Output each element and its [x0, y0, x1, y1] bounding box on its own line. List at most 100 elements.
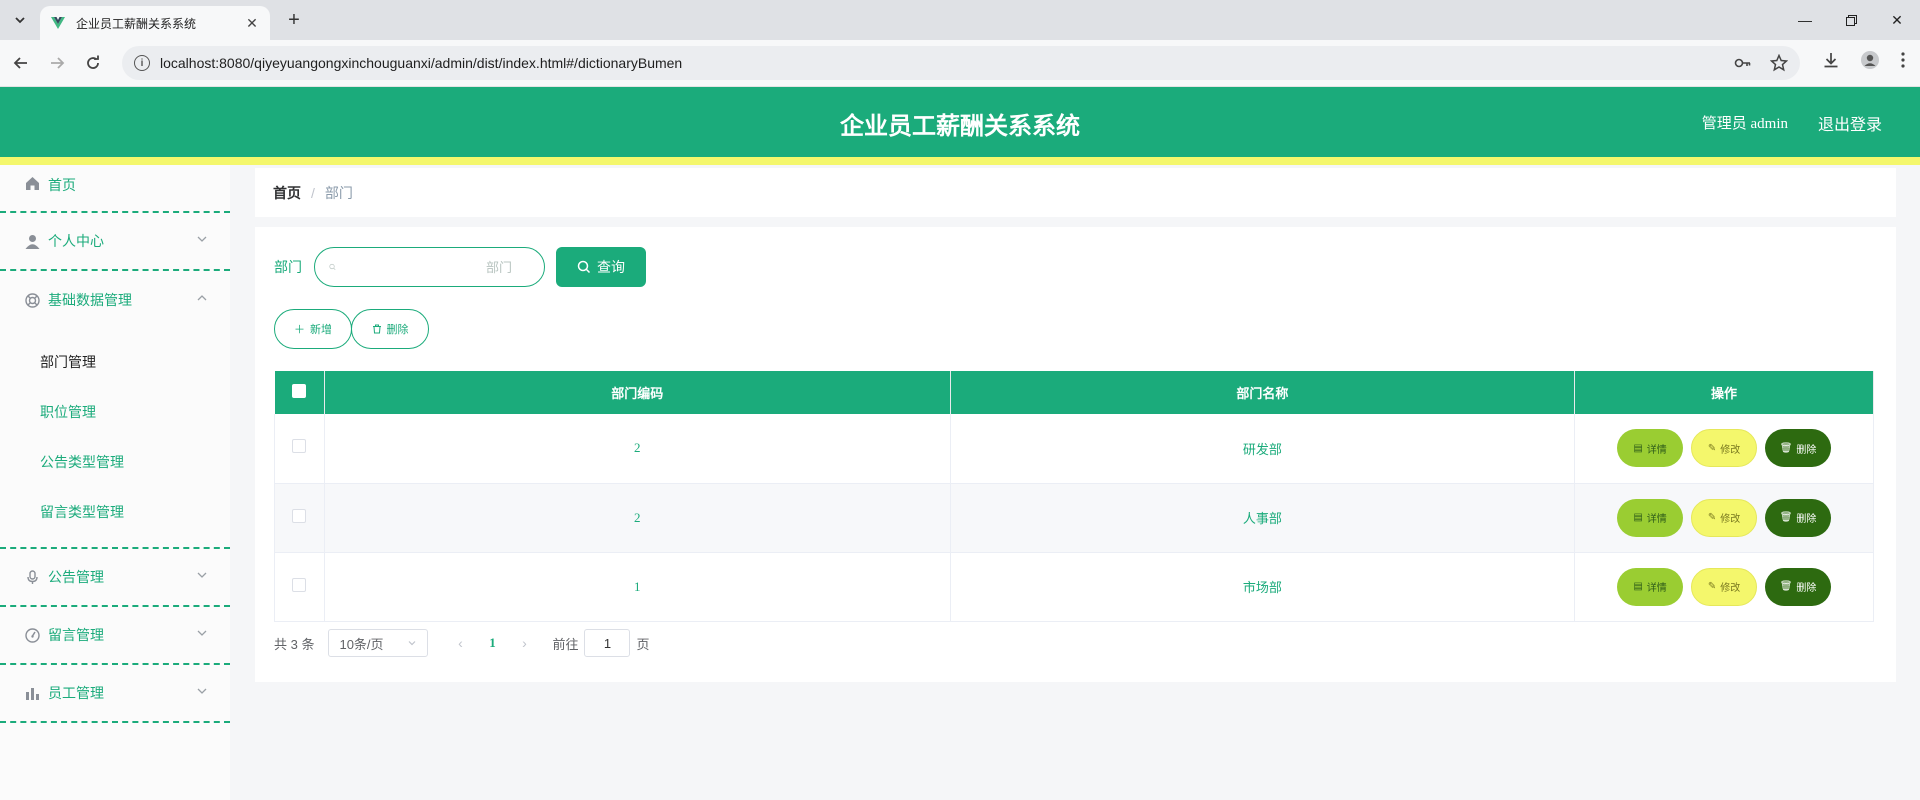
close-tab-icon[interactable]: ✕ [244, 15, 260, 31]
search-field[interactable] [314, 247, 545, 287]
delete-label: 删除 [1796, 514, 1817, 525]
breadcrumb: 首页 / 部门 [255, 168, 1896, 217]
detail-button[interactable]: ▤ 详情 [1617, 567, 1684, 606]
detail-label: 详情 [1646, 583, 1667, 594]
restore-icon[interactable] [1828, 0, 1874, 40]
department-table: 部门编码 部门名称 操作 2 研发部 ▤ 详情 ✎ 修改 🗑 删除 2 人事部 ▤ 详情 ✎ 修… [274, 371, 1874, 622]
bar-chart-icon [24, 685, 40, 701]
page-number-current[interactable]: 1 [474, 635, 510, 651]
row-checkbox[interactable] [292, 577, 307, 592]
url-text[interactable]: localhost:8080/qiyeyuangongxinchouguanxi… [160, 55, 1734, 71]
table-row: 2 人事部 ▤ 详情 ✎ 修改 🗑 删除 [274, 483, 1874, 553]
breadcrumb-separator: / [311, 184, 315, 201]
bookmark-star-icon[interactable] [1770, 54, 1788, 72]
delete-button[interactable]: 🗑 删除 [1765, 429, 1832, 468]
document-icon: ▤ [1633, 512, 1643, 523]
table-row: 2 研发部 ▤ 详情 ✎ 修改 🗑 删除 [274, 414, 1874, 484]
next-page-icon[interactable]: › [510, 635, 538, 651]
detail-button[interactable]: ▤ 详情 [1617, 429, 1684, 468]
column-header-code: 部门编码 [324, 371, 951, 414]
pencil-icon: ✎ [1707, 442, 1717, 454]
sidebar-item-staff[interactable]: 员工管理 [0, 665, 230, 723]
edit-button[interactable]: ✎ 修改 [1691, 429, 1758, 468]
goto-page-input[interactable] [584, 629, 631, 657]
detail-button[interactable]: ▤ 详情 [1617, 498, 1684, 537]
row-checkbox[interactable] [292, 508, 307, 523]
row-select-cell [274, 414, 325, 484]
reload-icon[interactable] [80, 50, 106, 76]
page-suffix-label: 页 [636, 636, 650, 652]
query-button[interactable]: 查询 [556, 247, 646, 287]
row-select-cell [274, 483, 325, 553]
pagination-total: 共 3 条 [274, 636, 315, 652]
document-icon: ▤ [1633, 442, 1643, 454]
chevron-down-icon [197, 630, 207, 636]
row-select-cell [274, 552, 325, 622]
sidebar-subitem-notice-type[interactable]: 公告类型管理 [0, 437, 230, 487]
search-icon [577, 260, 591, 274]
tab-list-button[interactable] [8, 8, 32, 32]
sidebar: 首页 个人中心 基础数据管理 部门管理 职位管理 公告类型管理 留言类型管理 公… [0, 165, 230, 800]
table-header-row: 部门编码 部门名称 操作 [274, 371, 1874, 414]
new-tab-button[interactable]: + [282, 8, 306, 32]
sidebar-subitem-position[interactable]: 职位管理 [0, 387, 230, 437]
edit-button[interactable]: ✎ 修改 [1691, 567, 1758, 606]
logout-link[interactable]: 退出登录 [1818, 111, 1882, 135]
pencil-icon: ✎ [1707, 512, 1717, 523]
delete-button[interactable]: 🗑 删除 [1765, 498, 1832, 537]
search-icon [329, 263, 336, 270]
cell-name: 研发部 [950, 414, 1576, 484]
forward-arrow-icon[interactable] [44, 50, 70, 76]
sidebar-item-label: 首页 [48, 177, 76, 193]
sidebar-item-home[interactable]: 首页 [0, 165, 230, 213]
window-controls: — ✕ [1782, 0, 1920, 40]
content-panel: 部门 查询 ＋ 新增 删除 部门编码 部门名称 操作 2 研发部 [255, 227, 1896, 682]
sidebar-item-message[interactable]: 留言管理 [0, 607, 230, 665]
header-accent-stripe [0, 157, 1920, 165]
detail-label: 详情 [1646, 514, 1667, 525]
trash-icon: 🗑 [1779, 581, 1793, 592]
edit-button[interactable]: ✎ 修改 [1691, 498, 1758, 537]
sidebar-item-notice[interactable]: 公告管理 [0, 549, 230, 607]
cell-code: 2 [324, 483, 951, 553]
sidebar-item-basic-data[interactable]: 基础数据管理 [0, 271, 230, 329]
chevron-down-icon [15, 17, 25, 24]
more-menu-icon[interactable] [1900, 51, 1906, 69]
row-checkbox[interactable] [292, 439, 307, 454]
prev-page-icon[interactable]: ‹ [446, 635, 474, 651]
column-header-actions: 操作 [1574, 371, 1874, 414]
document-icon: ▤ [1633, 581, 1643, 592]
pagination: 共 3 条 10条/页 ‹ 1 › 前往 页 [274, 629, 650, 657]
breadcrumb-home[interactable]: 首页 [273, 183, 301, 203]
user-icon [24, 233, 40, 249]
gauge-icon [24, 627, 40, 643]
batch-delete-label: 删除 [386, 324, 409, 336]
password-key-icon[interactable] [1734, 54, 1752, 72]
address-bar[interactable]: i localhost:8080/qiyeyuangongxinchouguan… [122, 46, 1800, 80]
minimize-icon[interactable]: — [1782, 0, 1828, 40]
page-size-select[interactable]: 10条/页 [328, 629, 429, 657]
site-info-icon[interactable]: i [134, 55, 150, 71]
search-input[interactable] [336, 259, 530, 275]
vue-logo-icon [51, 17, 65, 29]
sidebar-subitem-department[interactable]: 部门管理 [0, 337, 230, 387]
back-arrow-icon[interactable] [8, 50, 34, 76]
batch-delete-button[interactable]: 删除 [351, 309, 429, 349]
profile-avatar-icon[interactable] [1860, 50, 1880, 70]
download-icon[interactable] [1822, 51, 1840, 69]
select-all-checkbox[interactable] [292, 384, 307, 398]
microphone-icon [24, 569, 40, 585]
browser-toolbar: i localhost:8080/qiyeyuangongxinchouguan… [0, 40, 1920, 87]
sidebar-item-label: 基础数据管理 [48, 292, 132, 308]
chevron-up-icon [197, 295, 207, 301]
delete-button[interactable]: 🗑 删除 [1765, 567, 1832, 606]
sidebar-item-personal[interactable]: 个人中心 [0, 213, 230, 271]
browser-tab[interactable]: 企业员工薪酬关系系统 ✕ [40, 6, 270, 40]
cell-actions: ▤ 详情 ✎ 修改 🗑 删除 [1574, 483, 1874, 553]
trash-icon: 🗑 [1779, 512, 1793, 523]
close-window-icon[interactable]: ✕ [1874, 0, 1920, 40]
add-button[interactable]: ＋ 新增 [274, 309, 352, 349]
search-label: 部门 [274, 259, 302, 275]
sidebar-subitem-message-type[interactable]: 留言类型管理 [0, 487, 230, 537]
chevron-down-icon [197, 572, 207, 578]
